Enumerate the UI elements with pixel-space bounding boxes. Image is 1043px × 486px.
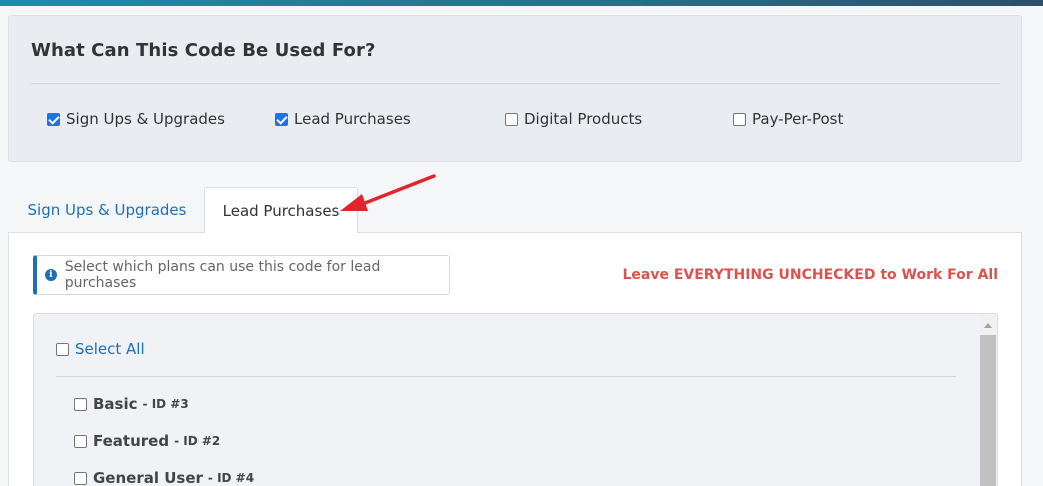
plan-item-general-user[interactable]: General User - ID #4: [74, 469, 254, 486]
scrollbar[interactable]: [979, 314, 997, 486]
lead-purchases-panel: i Select which plans can use this code f…: [8, 232, 1022, 486]
plan-item-featured[interactable]: Featured - ID #2: [74, 432, 220, 450]
plan-id: - ID #4: [207, 471, 255, 485]
top-gradient-bar: [0, 0, 1043, 6]
warning-text: Leave EVERYTHING UNCHECKED to Work For A…: [622, 267, 998, 283]
plan-name: Basic: [93, 395, 138, 413]
usage-option-signups[interactable]: Sign Ups & Upgrades: [47, 110, 225, 128]
divider: [31, 83, 1000, 84]
usage-option-label: Digital Products: [524, 110, 643, 128]
divider: [56, 376, 956, 377]
usage-option-pay-per-post[interactable]: Pay-Per-Post: [733, 110, 843, 128]
scroll-up-icon[interactable]: [984, 323, 992, 328]
usage-title: What Can This Code Be Used For?: [31, 40, 376, 61]
digital-products-checkbox[interactable]: [505, 112, 518, 126]
lead-purchases-checkbox[interactable]: [275, 112, 288, 126]
plan-id: - ID #3: [142, 397, 189, 411]
usage-option-label: Lead Purchases: [294, 110, 411, 128]
usage-option-label: Pay-Per-Post: [752, 110, 844, 128]
usage-panel: What Can This Code Be Used For? Sign Ups…: [8, 15, 1022, 162]
pay-per-post-checkbox[interactable]: [733, 112, 746, 126]
select-all-label[interactable]: Select All: [75, 340, 145, 358]
usage-option-lead-purchases[interactable]: Lead Purchases: [275, 110, 411, 128]
select-all-checkbox[interactable]: [56, 342, 69, 356]
plan-name: Featured: [93, 432, 170, 450]
plans-list: Select All Basic - ID #3 Featured - ID #…: [33, 313, 998, 486]
info-icon: i: [45, 269, 57, 281]
tab-sign-ups-upgrades[interactable]: Sign Ups & Upgrades: [12, 187, 202, 233]
plan-checkbox[interactable]: [74, 434, 87, 448]
scroll-thumb[interactable]: [980, 335, 996, 486]
plan-checkbox[interactable]: [74, 397, 87, 411]
usage-option-label: Sign Ups & Upgrades: [66, 110, 225, 128]
plan-checkbox[interactable]: [74, 471, 87, 485]
usage-option-digital-products[interactable]: Digital Products: [505, 110, 642, 128]
plan-item-basic[interactable]: Basic - ID #3: [74, 395, 189, 413]
info-note: i Select which plans can use this code f…: [33, 255, 450, 295]
select-all[interactable]: Select All: [56, 340, 145, 358]
plan-name: General User: [93, 469, 203, 486]
signups-checkbox[interactable]: [47, 112, 60, 126]
plan-id: - ID #2: [174, 434, 221, 448]
info-note-text: Select which plans can use this code for…: [64, 259, 381, 291]
annotation-arrow-icon: [340, 174, 436, 211]
